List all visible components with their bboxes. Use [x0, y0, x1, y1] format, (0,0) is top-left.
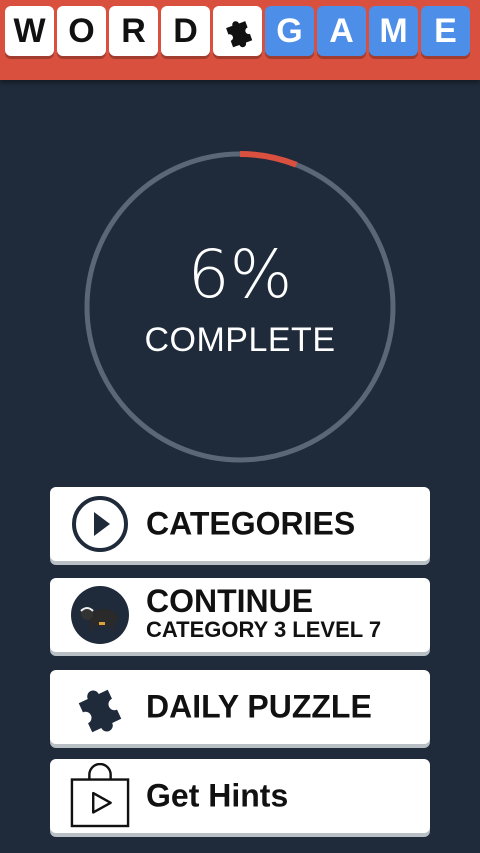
play-circle-icon	[70, 494, 130, 554]
logo-tile-o: O	[57, 6, 106, 56]
get-hints-button[interactable]: Get Hints	[50, 759, 430, 833]
continue-subtitle: CATEGORY 3 LEVEL 7	[146, 617, 382, 642]
shopping-bag-play-icon	[70, 763, 130, 828]
get-hints-label: Get Hints	[146, 777, 289, 814]
categories-button[interactable]: CATEGORIES	[50, 487, 430, 561]
logo-tiles: W O R D G A M E	[5, 6, 470, 56]
buffalo-avatar-icon	[70, 585, 130, 645]
puzzle-piece-icon	[70, 677, 130, 737]
daily-puzzle-label: DAILY PUZZLE	[146, 688, 372, 725]
progress-percent: 6%	[187, 236, 293, 313]
app-header: W O R D G A M E	[0, 0, 480, 80]
progress-label: COMPLETE	[144, 321, 336, 359]
logo-puzzle-icon	[213, 6, 262, 56]
continue-button[interactable]: CONTINUE CATEGORY 3 LEVEL 7	[50, 578, 430, 652]
logo-tile-w: W	[5, 6, 54, 56]
logo-tile-g: G	[265, 6, 314, 56]
logo-tile-a: A	[317, 6, 366, 56]
logo-tile-m: M	[369, 6, 418, 56]
logo-tile-d: D	[161, 6, 210, 56]
categories-label: CATEGORIES	[146, 505, 356, 542]
continue-label: CONTINUE	[146, 583, 314, 619]
logo-tile-e: E	[421, 6, 470, 56]
daily-puzzle-button[interactable]: DAILY PUZZLE	[50, 670, 430, 744]
logo-tile-r: R	[109, 6, 158, 56]
progress-ring: 6% COMPLETE	[83, 150, 397, 464]
